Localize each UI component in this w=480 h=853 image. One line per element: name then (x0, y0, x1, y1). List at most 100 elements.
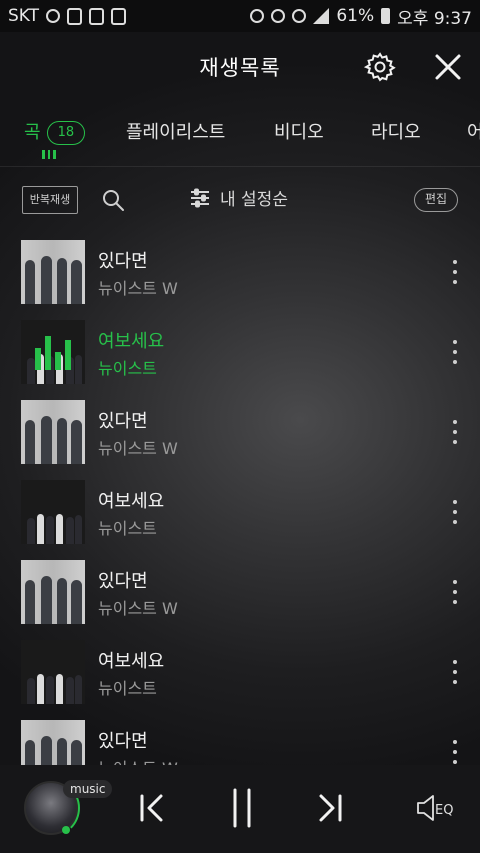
status-bar-right: 61% 오후 9:37 (250, 4, 472, 29)
next-icon[interactable] (315, 793, 345, 823)
cover-figure (57, 258, 67, 304)
more-options-icon[interactable] (452, 500, 458, 524)
song-title: 있다면 (98, 251, 148, 272)
song-list: 있다면 뉴이스트 W 여보세요 뉴이스트 있다면 뉴이스트 W 여보세요 뉴이스트 있다면 뉴이스… (0, 232, 480, 792)
list-item[interactable]: 여보세요뉴이스트 (0, 472, 480, 552)
search-icon[interactable] (101, 188, 125, 212)
song-count-badge: 18 (46, 121, 86, 145)
mini-player: music EQ (0, 765, 480, 853)
cover-figure (37, 674, 44, 704)
cover-figure (71, 260, 82, 304)
song-artist: 뉴이스트 W (98, 279, 178, 298)
song-artist: 뉴이스트 W (98, 599, 178, 618)
song-artist: 뉴이스트 (98, 679, 157, 698)
song-title: 있다면 (98, 731, 148, 752)
cover-figure (71, 420, 82, 464)
tab-bar: 곡 18 플레이리스트 비디오 라디오 어 (0, 104, 480, 167)
cover-figure (37, 514, 44, 544)
battery-percent: 61% (336, 6, 375, 26)
device-icon (89, 7, 105, 25)
tab-songs[interactable]: 곡 18 (24, 118, 86, 145)
list-item[interactable]: 여보세요뉴이스트 (0, 312, 480, 392)
list-item[interactable]: 있다면뉴이스트 W (0, 552, 480, 632)
cover-figure (27, 518, 35, 544)
cover-figure (57, 578, 67, 624)
cover-figure (46, 516, 54, 544)
cover-figure (71, 580, 82, 624)
phone-icon (111, 7, 127, 25)
page-title: 재생목록 (199, 56, 281, 80)
playlist-screen: SKT 61% 오후 9:37 재생목록 곡 18 플레이리스트 비디오 라디오… (0, 0, 480, 853)
song-artist: 뉴이스트 (98, 519, 157, 538)
sort-label: 내 설정순 (220, 190, 288, 210)
previous-icon[interactable] (137, 793, 167, 823)
playlist-toolbar: 반복재생 내 설정순 편집 (0, 166, 480, 234)
tab-playlists[interactable]: 플레이리스트 (126, 118, 225, 144)
album-cover (21, 640, 85, 704)
mute-icon (250, 9, 265, 23)
sliders-icon (191, 188, 209, 207)
more-options-icon[interactable] (452, 740, 458, 764)
song-title: 있다면 (98, 571, 148, 592)
tab-videos[interactable]: 비디오 (274, 118, 324, 144)
close-icon[interactable] (432, 51, 464, 83)
song-artist: 뉴이스트 W (98, 439, 178, 458)
song-title: 여보세요 (98, 491, 165, 512)
header: 재생목록 (0, 32, 480, 102)
more-options-icon[interactable] (452, 340, 458, 364)
carrier-label: SKT (8, 6, 40, 26)
app-notification-icon (67, 7, 83, 25)
status-bar-left: SKT (8, 6, 127, 26)
notification-icon (46, 9, 61, 23)
cover-figure (41, 256, 52, 304)
gear-icon[interactable] (364, 51, 396, 83)
alarm-icon (271, 9, 286, 23)
cover-figure (66, 677, 74, 704)
cover-figure (27, 678, 35, 704)
cover-figure (75, 675, 82, 704)
tab-more[interactable]: 어 (467, 118, 480, 144)
tab-radio[interactable]: 라디오 (371, 118, 421, 144)
album-cover (21, 320, 85, 384)
tab-songs-label: 곡 (24, 122, 41, 143)
cover-figure (56, 674, 63, 704)
song-title: 여보세요 (98, 331, 165, 352)
cover-figure (46, 676, 54, 704)
cover-figure (66, 517, 74, 544)
cover-figure (25, 580, 35, 624)
song-title: 있다면 (98, 411, 148, 432)
song-title: 여보세요 (98, 651, 165, 672)
list-item[interactable]: 있다면뉴이스트 W (0, 232, 480, 312)
pause-icon[interactable] (228, 787, 256, 829)
list-item[interactable]: 있다면뉴이스트 W (0, 392, 480, 472)
list-item[interactable]: 여보세요뉴이스트 (0, 632, 480, 712)
cover-figure (41, 576, 52, 624)
music-badge: music (63, 780, 113, 798)
more-options-icon[interactable] (452, 260, 458, 284)
equalizer-label: EQ (435, 803, 453, 818)
equalizer-icon: EQ (417, 795, 453, 821)
sort-button[interactable]: 내 설정순 (190, 185, 288, 210)
more-options-icon[interactable] (452, 660, 458, 684)
cover-figure (25, 260, 35, 304)
album-cover (21, 560, 85, 624)
now-playing-indicator-icon (42, 150, 56, 159)
more-options-icon[interactable] (452, 420, 458, 444)
more-options-icon[interactable] (452, 580, 458, 604)
song-artist: 뉴이스트 (98, 359, 157, 378)
repeat-button[interactable]: 반복재생 (22, 186, 78, 214)
album-cover (21, 240, 85, 304)
cover-figure (56, 514, 63, 544)
wifi-icon (292, 9, 307, 23)
equalizer-button[interactable]: EQ (414, 793, 460, 823)
signal-icon (313, 8, 330, 24)
cover-figure (57, 418, 67, 464)
battery-icon (381, 8, 391, 24)
clock: 오후 9:37 (397, 8, 472, 29)
now-playing-bars-icon (27, 334, 79, 370)
progress-dot (62, 826, 70, 834)
cover-figure (41, 416, 52, 464)
edit-button[interactable]: 편집 (414, 188, 458, 212)
cover-figure (25, 420, 35, 464)
album-cover (21, 400, 85, 464)
